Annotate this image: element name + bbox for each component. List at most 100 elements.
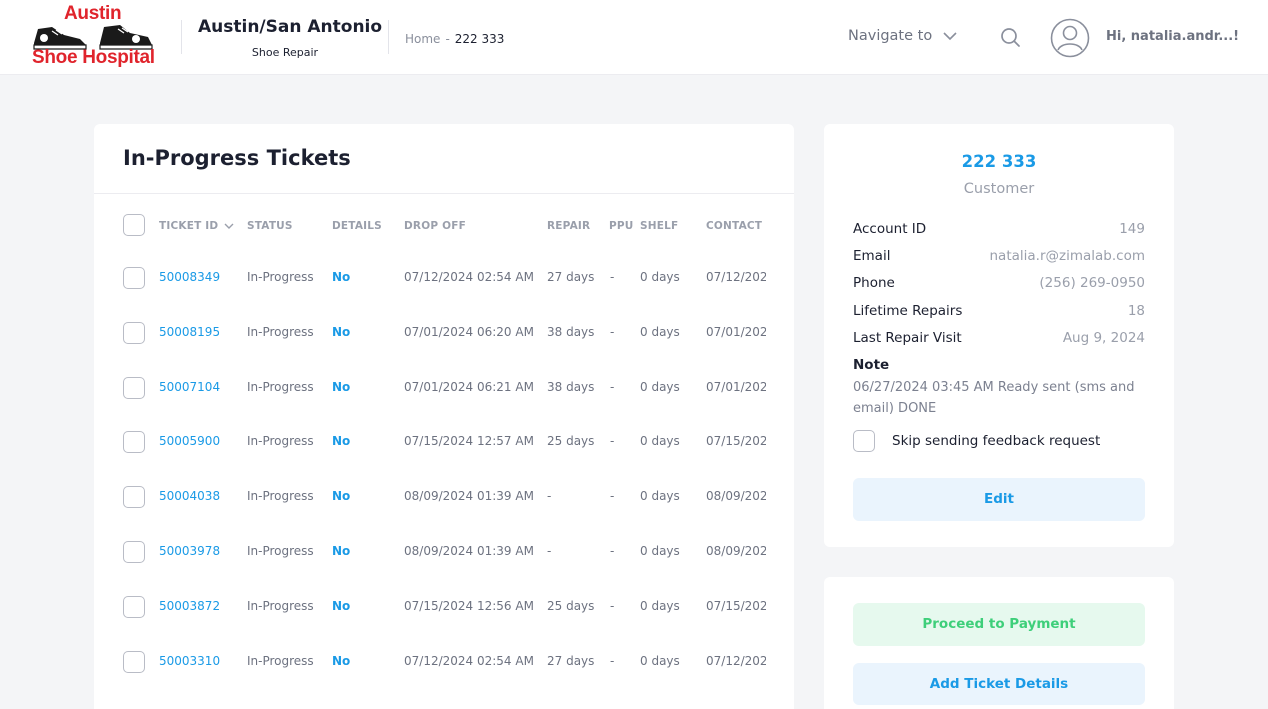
breadcrumb: Home -222 333 xyxy=(405,32,504,46)
ticket-details[interactable]: No xyxy=(332,270,350,284)
table-row[interactable]: 50004038 In-Progress No 08/09/2024 01:39 AM… xyxy=(94,477,766,517)
ticket-details[interactable]: No xyxy=(332,654,350,668)
ticket-repair: 25 days xyxy=(547,434,595,449)
add-ticket-details-button[interactable]: Add Ticket Details xyxy=(853,663,1145,705)
row-checkbox[interactable] xyxy=(123,486,145,509)
ticket-details[interactable]: No xyxy=(332,489,350,503)
skip-feedback-label[interactable]: Skip sending feedback request xyxy=(892,433,1100,449)
in-progress-tickets-card: In-Progress Tickets TICKET ID STATUS DET… xyxy=(94,124,794,709)
skip-feedback-checkbox[interactable] xyxy=(853,430,875,452)
ticket-ppu: - xyxy=(610,653,615,668)
breadcrumb-home[interactable]: Home xyxy=(405,32,440,46)
ticket-id-link[interactable]: 50008349 xyxy=(159,270,220,284)
row-checkbox[interactable] xyxy=(123,650,145,673)
ticket-repair: - xyxy=(547,489,552,504)
navigate-to-label: Navigate to xyxy=(848,28,933,44)
ticket-id-link[interactable]: 50008195 xyxy=(159,325,220,339)
ticket-status: In-Progress xyxy=(247,598,314,613)
ticket-drop-off: 07/15/2024 12:57 AM xyxy=(404,434,534,449)
ticket-repair: - xyxy=(547,544,552,558)
ticket-drop-off: 07/01/2024 06:20 AM xyxy=(404,324,534,339)
edit-button[interactable]: Edit xyxy=(853,478,1145,521)
table-row[interactable]: 50003310 In-Progress No 07/12/2024 02:54 AM… xyxy=(94,642,766,682)
ticket-status: In-Progress xyxy=(247,653,314,668)
ticket-id-link[interactable]: 50003310 xyxy=(159,654,220,668)
ticket-details[interactable]: No xyxy=(332,380,350,394)
column-header-ppu[interactable]: PPU xyxy=(609,220,634,232)
table-row[interactable]: 50005900 In-Progress No 07/15/2024 12:57 AM… xyxy=(94,422,766,462)
navigate-to-dropdown[interactable]: Navigate to xyxy=(848,28,958,44)
shop-subtitle: Shoe Repair xyxy=(251,46,319,59)
ticket-contact: 07/15/2024 xyxy=(706,598,766,613)
info-value: 18 xyxy=(1127,303,1145,319)
ticket-details[interactable]: No xyxy=(332,599,350,613)
row-checkbox[interactable] xyxy=(123,321,145,344)
ticket-shelf: 0 days xyxy=(640,653,680,668)
breadcrumb-current: 222 333 xyxy=(454,32,505,46)
column-header-shelf[interactable]: SHELF xyxy=(640,220,678,232)
ticket-ppu: - xyxy=(610,598,615,613)
row-checkbox[interactable] xyxy=(123,595,145,618)
breadcrumb-separator: - xyxy=(445,32,450,46)
table-row[interactable]: 50007104 In-Progress No 07/01/2024 06:21 AM… xyxy=(94,368,766,408)
proceed-to-payment-button[interactable]: Proceed to Payment xyxy=(853,603,1145,646)
ticket-ppu: - xyxy=(610,489,615,504)
ticket-drop-off: 07/12/2024 02:54 AM xyxy=(404,270,534,284)
ticket-contact: 08/09/2024 xyxy=(706,489,766,504)
row-checkbox[interactable] xyxy=(123,431,145,454)
row-checkbox[interactable] xyxy=(123,541,145,563)
ticket-id-link[interactable]: 50003872 xyxy=(159,599,220,613)
ticket-shelf: 0 days xyxy=(640,379,680,394)
column-header-contact[interactable]: CONTACT xyxy=(706,220,762,232)
ticket-details[interactable]: No xyxy=(332,325,350,339)
ticket-contact: 07/01/2024 xyxy=(706,379,766,394)
info-label: Phone xyxy=(853,275,895,291)
table-row[interactable]: 50003872 In-Progress No 07/15/2024 12:56 AM… xyxy=(94,587,766,627)
table-row[interactable]: 50008349 In-Progress No 07/12/2024 02:54 AM… xyxy=(94,258,766,298)
column-header-status[interactable]: STATUS xyxy=(247,220,293,232)
shop-name: Austin/San Antonio xyxy=(198,17,383,37)
ticket-shelf: 0 days xyxy=(640,489,680,504)
ticket-contact: 07/15/2024 xyxy=(706,434,766,449)
ticket-status: In-Progress xyxy=(247,270,314,284)
header-divider xyxy=(388,20,389,54)
info-value: (256) 269-0950 xyxy=(1039,275,1145,291)
info-value: Aug 9, 2024 xyxy=(1062,330,1145,346)
info-label: Lifetime Repairs xyxy=(853,303,963,319)
customer-id: 222 333 xyxy=(961,152,1037,171)
user-avatar-icon[interactable] xyxy=(1050,18,1090,58)
info-value: 149 xyxy=(1119,221,1145,237)
note-text: 06/27/2024 03:45 AM Ready sent (sms and … xyxy=(853,380,1135,416)
info-label: Account ID xyxy=(853,221,927,237)
ticket-repair: 25 days xyxy=(547,598,595,613)
ticket-shelf: 0 days xyxy=(640,270,680,284)
ticket-id-link[interactable]: 50004038 xyxy=(159,489,220,503)
customer-card: 222 333 Customer Account ID 149 Email na… xyxy=(824,124,1174,547)
search-icon[interactable] xyxy=(1000,27,1021,48)
ticket-id-link[interactable]: 50005900 xyxy=(159,434,220,448)
ticket-ppu: - xyxy=(610,324,615,339)
ticket-details[interactable]: No xyxy=(332,544,350,558)
row-checkbox[interactable] xyxy=(123,376,145,399)
header-divider xyxy=(181,20,182,54)
ticket-repair: 38 days xyxy=(547,324,595,339)
column-header-label: TICKET ID xyxy=(159,220,219,232)
actions-card: Proceed to Payment Add Ticket Details xyxy=(824,577,1174,709)
column-header-details[interactable]: DETAILS xyxy=(332,220,382,232)
table-row[interactable]: 50003978 In-Progress No 08/09/2024 01:39 AM… xyxy=(94,532,766,572)
user-greeting[interactable]: Hi, natalia.andr...! xyxy=(1106,29,1239,44)
column-header-ticket-id[interactable]: TICKET ID xyxy=(159,220,234,232)
column-header-repair[interactable]: REPAIR xyxy=(547,220,590,232)
ticket-id-link[interactable]: 50007104 xyxy=(159,380,220,394)
info-label: Email xyxy=(853,248,891,264)
ticket-details[interactable]: No xyxy=(332,434,350,448)
ticket-drop-off: 08/09/2024 01:39 AM xyxy=(404,489,534,504)
logo[interactable]: Austin Shoe Hospital xyxy=(30,3,156,73)
table-row[interactable]: 50008195 In-Progress No 07/01/2024 06:20 AM… xyxy=(94,313,766,353)
ticket-repair: 38 days xyxy=(547,379,595,394)
column-header-drop-off[interactable]: DROP OFF xyxy=(404,220,466,232)
tickets-title: In-Progress Tickets xyxy=(123,146,351,170)
ticket-id-link[interactable]: 50003978 xyxy=(159,544,220,558)
row-checkbox[interactable] xyxy=(123,267,145,289)
select-all-checkbox[interactable] xyxy=(123,214,145,236)
